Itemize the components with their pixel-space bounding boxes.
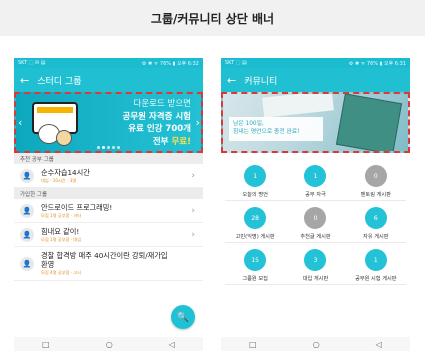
chevron-right-icon: ›	[191, 170, 195, 181]
board-label: 자유 게시판	[363, 234, 389, 240]
count-badge: 1	[304, 165, 327, 187]
back-icon[interactable]: ◁	[376, 340, 382, 349]
count-badge: 15	[244, 249, 267, 271]
count-badge: 28	[244, 207, 267, 229]
list-item[interactable]: 👤 힘내요 같이! 모집 1명 공부함 · 대입 ›	[14, 223, 203, 247]
banner-line: 유료 인강 700개	[128, 124, 191, 134]
top-banner[interactable]: 남은 100일, 힘내는 명언으로 충전 완료!	[221, 92, 410, 153]
recent-apps-icon[interactable]: □	[42, 340, 50, 349]
status-right: ⚙ ✱ ᯤ 76% ▮ 오후 6:32	[141, 60, 199, 67]
board-tile[interactable]: 0 멘토링 게시판	[348, 159, 404, 200]
back-icon[interactable]: ◁	[169, 340, 175, 349]
status-right: ⚙ ✱ ᯤ 76% ▮ 오후 6:31	[348, 60, 406, 67]
back-arrow-icon[interactable]: ←	[227, 75, 236, 86]
avatar: 👤	[20, 227, 34, 242]
list-item-title: 안드로이드 프로그래밍!	[41, 202, 113, 212]
app-bar-title: 커뮤니티	[244, 76, 278, 87]
system-nav-bar: □ ○ ◁	[14, 337, 203, 351]
section-header: 추천 공부 그룹	[14, 153, 203, 164]
status-left: SKT ⬚ ▤	[225, 60, 247, 66]
list-item-sub: 모집 1명 공부함 · 기타	[41, 212, 82, 218]
board-tile[interactable]: 6 자유 게시판	[348, 201, 404, 242]
home-icon[interactable]: ○	[313, 340, 320, 349]
board-tile[interactable]: 28 고민(익명) 게시판	[227, 201, 283, 242]
board-tile[interactable]: 0 추천글 게시판	[287, 201, 343, 242]
board-label: 공부 자극	[305, 192, 326, 198]
board-label: 대입 게시판	[302, 276, 329, 282]
list-item[interactable]: 👤 경찰 합격방 매주 40시간이란 강퇴/재가입 환영 모집 4명 공부함 ·…	[14, 247, 203, 281]
status-bar: SKT ⬚ ✉ ▤ ⚙ ✱ ᯤ 76% ▮ 오후 6:32	[14, 58, 203, 68]
system-nav-bar: □ ○ ◁	[221, 337, 410, 351]
banner-text: 다운로드 받으면 공무원 자격증 시험 유료 인강 700개 전부 무료!	[123, 98, 191, 148]
chevron-left-icon[interactable]: ‹	[18, 116, 22, 129]
count-badge: 1	[244, 165, 267, 187]
count-badge: 1	[364, 249, 387, 271]
list-item-title: 힘내요 같이!	[41, 226, 80, 236]
list-item-sub: 모집 4명 공부함 · 고시	[41, 270, 82, 275]
chevron-right-icon: ›	[191, 205, 195, 216]
count-badge: 3	[304, 249, 327, 271]
status-left: SKT ⬚ ✉ ▤	[18, 60, 46, 66]
list-item-sub: 대입 · 10시간 · 3명	[41, 177, 77, 183]
search-icon: 🔍	[176, 311, 190, 323]
banner-line: 힘내는 명언으로 충전 완료!	[233, 129, 300, 135]
avatar: 👤	[20, 203, 34, 218]
board-label: 공무원 시험 게시판	[355, 276, 397, 282]
banner-highlight: 무료!	[171, 136, 191, 147]
community-screen: SKT ⬚ ▤ ⚙ ✱ ᯤ 76% ▮ 오후 6:31 ← 커뮤니티 남은 10…	[221, 58, 410, 351]
app-bar-title: 스터디 그룹	[37, 76, 82, 87]
app-bar: ← 스터디 그룹	[14, 68, 203, 92]
board-tile[interactable]: 1 공무원 시험 게시판	[348, 243, 404, 284]
board-label: 멘토링 게시판	[360, 192, 391, 198]
home-icon[interactable]: ○	[106, 340, 113, 349]
banner-callout: 남은 100일, 힘내는 명언으로 충전 완료!	[229, 117, 323, 141]
board-tile[interactable]: 3 대입 게시판	[287, 243, 343, 284]
board-label: 고민(익명) 게시판	[235, 234, 275, 240]
top-banner[interactable]: ‹ 다운로드 받으면 공무원 자격증 시험 유료 인강 700개 전부 무료! …	[14, 92, 203, 153]
app-bar: ← 커뮤니티	[221, 68, 410, 92]
count-badge: 0	[364, 165, 387, 187]
list-item[interactable]: 👤 순수자습14시간 대입 · 10시간 · 3명 ›	[14, 164, 203, 188]
count-badge: 0	[304, 207, 327, 229]
book-illustration	[262, 94, 334, 118]
avatar: 👤	[20, 256, 34, 271]
list-item-title: 순수자습14시간	[41, 167, 90, 177]
chevron-right-icon: ›	[191, 229, 195, 240]
list-item-sub: 모집 1명 공부함 · 대입	[41, 236, 82, 242]
board-label: 그룹원 모집	[242, 276, 268, 282]
banner-line: 남은 100일,	[233, 121, 264, 127]
mascot-illustration	[56, 130, 72, 146]
count-badge: 6	[364, 207, 387, 229]
page-title: 그룹/커뮤니티 상단 배너	[0, 0, 425, 36]
status-bar: SKT ⬚ ▤ ⚙ ✱ ᯤ 76% ▮ 오후 6:31	[221, 58, 410, 68]
board-tile[interactable]: 1 오늘의 명언	[227, 159, 283, 200]
board-tile[interactable]: 1 공부 자극	[287, 159, 343, 200]
list-item[interactable]: 👤 안드로이드 프로그래밍! 모집 1명 공부함 · 기타 ›	[14, 199, 203, 223]
board-label: 오늘의 명언	[242, 192, 268, 198]
board-grid: 1 오늘의 명언 1 공부 자극 0 멘토링 게시판 28 고민(익명) 게시판…	[221, 153, 410, 285]
recent-apps-icon[interactable]: □	[249, 340, 257, 349]
search-button[interactable]: 🔍	[171, 305, 195, 329]
section-header: 가입한 그룹	[14, 188, 203, 199]
chevron-right-icon[interactable]: ›	[196, 116, 200, 129]
banner-line: 공무원 자격증 시험	[122, 111, 191, 122]
book-illustration	[335, 94, 403, 151]
carousel-dots	[16, 146, 201, 149]
back-arrow-icon[interactable]: ←	[20, 75, 29, 86]
board-tile[interactable]: 15 그룹원 모집	[227, 243, 283, 284]
list-item-title: 경찰 합격방 매주 40시간이란 강퇴/재가입 환영	[41, 251, 168, 269]
study-group-screen: SKT ⬚ ✉ ▤ ⚙ ✱ ᯤ 76% ▮ 오후 6:32 ← 스터디 그룹 ‹…	[14, 58, 203, 351]
banner-line: 다운로드 받으면	[133, 99, 191, 109]
avatar: 👤	[20, 168, 34, 183]
board-label: 추천글 게시판	[300, 234, 331, 240]
